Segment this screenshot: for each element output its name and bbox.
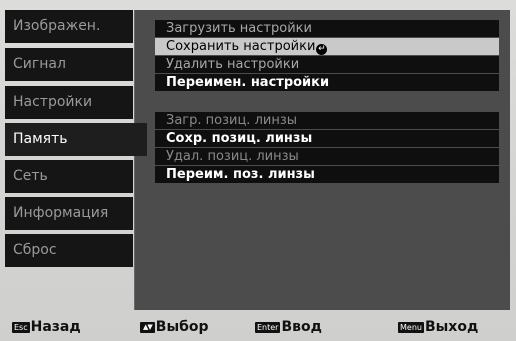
hint-enter-label: Ввод (281, 319, 322, 335)
enter-key-icon: Enter (255, 321, 281, 333)
menu-item-label: Удалить настройки (166, 57, 300, 72)
menu-item-load-settings[interactable]: Загрузить настройки (155, 20, 499, 37)
menu-item-rename-settings[interactable]: Переимен. настройки (155, 74, 499, 91)
menu-item-save-lens-position[interactable]: Сохр. позиц. линзы (155, 130, 499, 147)
hint-select: ▲▼ Выбор (140, 318, 209, 336)
sidebar-item-image[interactable]: Изображен. (5, 10, 133, 43)
sidebar-item-reset[interactable]: Сброс (5, 234, 133, 267)
hint-select-label: Выбор (155, 319, 209, 335)
sidebar-item-settings[interactable]: Настройки (5, 86, 133, 119)
esc-key-icon: Esc (12, 321, 30, 333)
menu-item-delete-settings[interactable]: Удалить настройки (155, 56, 499, 73)
sidebar-item-label: Информация (13, 205, 109, 221)
hint-exit-label: Выход (424, 319, 479, 335)
hint-enter: Enter Ввод (255, 318, 322, 336)
sidebar-item-label: Сигнал (13, 56, 66, 72)
sidebar-item-info[interactable]: Информация (5, 197, 133, 230)
sidebar-item-label: Сеть (13, 168, 48, 184)
hint-exit: Menu Выход (398, 318, 478, 336)
projector-menu-screen: Изображен. Сигнал Настройки Память Сеть … (0, 0, 516, 341)
menu-item-load-lens-position[interactable]: Загр. позиц. линзы (155, 112, 499, 129)
menu-item-rename-lens-position[interactable]: Переим. поз. линзы (155, 166, 499, 183)
sidebar-item-label: Изображен. (13, 18, 101, 34)
memory-submenu-panel: Загрузить настройки Сохранить настройки ↵… (134, 10, 510, 310)
sidebar-item-memory[interactable]: Память (5, 123, 147, 156)
sidebar-item-label: Настройки (13, 94, 93, 110)
sidebar-item-label: Память (13, 131, 68, 147)
menu-item-label: Загр. позиц. линзы (166, 113, 298, 128)
footer-hint-bar: Esc Назад ▲▼ Выбор Enter Ввод Menu Выход (0, 314, 516, 341)
menu-item-label: Удал. позиц. линзы (166, 149, 299, 164)
menu-item-delete-lens-position[interactable]: Удал. позиц. линзы (155, 148, 499, 165)
menu-item-label: Переимен. настройки (166, 75, 330, 90)
sidebar-item-network[interactable]: Сеть (5, 160, 133, 193)
hint-back: Esc Назад (12, 318, 81, 336)
menu-item-label: Сохранить настройки (166, 39, 316, 54)
menu-item-label: Переим. поз. линзы (166, 167, 315, 182)
enter-arrow-icon: ↵ (316, 44, 328, 55)
menu-item-label: Сохр. позиц. линзы (166, 131, 313, 146)
menu-key-icon: Menu (398, 321, 424, 333)
menu-item-label: Загрузить настройки (166, 21, 312, 36)
sidebar-item-label: Сброс (13, 242, 57, 258)
menu-item-save-settings[interactable]: Сохранить настройки ↵ (155, 38, 499, 55)
up-down-arrows-icon: ▲▼ (140, 321, 155, 333)
sidebar-item-signal[interactable]: Сигнал (5, 48, 133, 81)
hint-back-label: Назад (30, 319, 81, 335)
